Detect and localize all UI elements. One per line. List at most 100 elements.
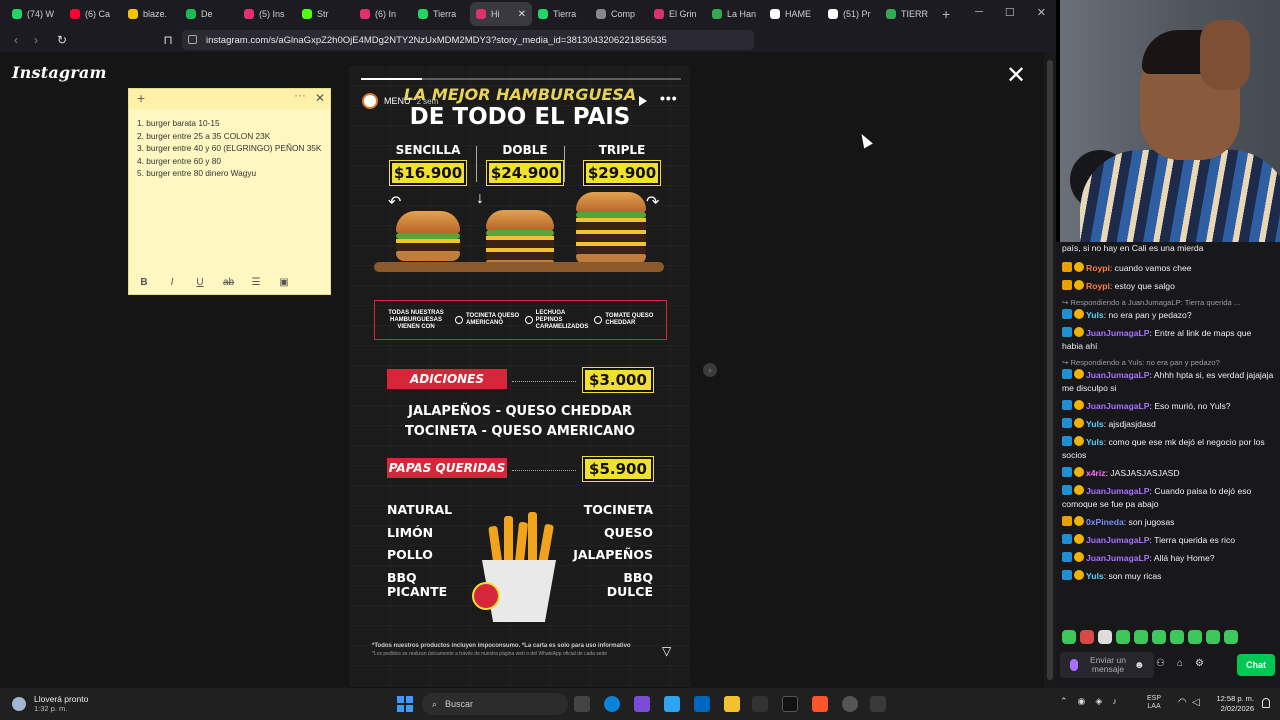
emote-icon[interactable] — [1062, 630, 1076, 644]
add-note-icon[interactable]: + — [137, 90, 145, 106]
brave-icon[interactable] — [812, 696, 828, 712]
volume-icon[interactable]: ◁ — [1192, 697, 1200, 708]
tray-app-icon[interactable]: ◈ — [1095, 696, 1102, 707]
copilot-icon[interactable] — [664, 696, 680, 712]
emote-icon[interactable] — [1152, 630, 1166, 644]
browser-tab[interactable]: De — [180, 2, 238, 26]
account-name[interactable]: MENÚ — [384, 96, 411, 106]
emote-icon[interactable] — [1134, 630, 1148, 644]
site-info-icon[interactable] — [188, 35, 197, 44]
file-explorer-icon[interactable] — [724, 696, 740, 712]
chat-username[interactable]: Roypi — [1086, 263, 1110, 273]
browser-tab[interactable]: Str — [296, 2, 354, 26]
emote-icon[interactable] — [1188, 630, 1202, 644]
minimize-icon[interactable]: ─ — [975, 6, 983, 19]
note-list[interactable]: 1. burger barata 10-15 2. burger entre 2… — [129, 109, 330, 180]
forward-icon[interactable]: › — [26, 33, 46, 47]
chat-username[interactable]: Roypi — [1086, 281, 1110, 291]
chat-username[interactable]: JuanJumagaLP — [1086, 553, 1150, 563]
browser-tab[interactable]: La Han — [706, 2, 764, 26]
store-icon[interactable] — [694, 696, 710, 712]
maximize-icon[interactable]: ☐ — [1005, 6, 1015, 19]
chat-username[interactable]: Yuls — [1086, 419, 1104, 429]
emote-icon[interactable] — [1170, 630, 1184, 644]
weather-widget[interactable]: Lloverá pronto 1:32 p. m. — [12, 694, 88, 713]
chat-username[interactable]: JuanJumagaLP — [1086, 401, 1150, 411]
account-avatar[interactable] — [362, 93, 378, 109]
start-icon[interactable] — [397, 696, 413, 712]
new-tab-icon[interactable]: + — [942, 6, 950, 22]
chat-message[interactable]: Yuls: ajsdjasjdasd — [1062, 418, 1274, 431]
emoji-icon[interactable]: ☻ — [1134, 660, 1145, 671]
browser-tab[interactable]: El Grin — [648, 2, 706, 26]
chat-username[interactable]: JuanJumagaLP — [1086, 328, 1150, 338]
chat-message[interactable]: JuanJumagaLP: Eso murió, no Yuls? — [1062, 400, 1274, 413]
browser-tab[interactable]: HAME — [764, 2, 822, 26]
emote-icon[interactable] — [1224, 630, 1238, 644]
chat-username[interactable]: Yuls — [1086, 571, 1104, 581]
close-story-icon[interactable]: ✕ — [1006, 64, 1026, 88]
terminal-icon[interactable] — [752, 696, 768, 712]
chat-message[interactable]: Yuls: como que ese mk dejó el negocio po… — [1062, 436, 1274, 462]
send-icon[interactable]: ▽ — [662, 644, 671, 658]
chat-message[interactable]: x4riz: JASJASJASJASD — [1062, 467, 1274, 480]
scrollbar-thumb[interactable] — [1047, 60, 1053, 680]
bookmark-icon[interactable]: ⊓ — [158, 33, 178, 47]
close-note-icon[interactable]: ✕ — [315, 91, 325, 105]
settings-icon[interactable]: ⚙ — [1195, 658, 1204, 669]
browser-tab[interactable]: (5) Ins — [238, 2, 296, 26]
emote-icon[interactable] — [1098, 630, 1112, 644]
italic-button[interactable]: I — [167, 277, 177, 288]
instagram-logo[interactable]: Instagram — [12, 63, 107, 82]
microphone-icon[interactable]: ♪ — [1112, 696, 1117, 707]
chat-username[interactable]: JuanJumagaLP — [1086, 486, 1150, 496]
chat-messages[interactable]: país, si no hay en Cali es una mierda Ro… — [1056, 242, 1280, 622]
chat-message[interactable]: Yuls: no era pan y pedazo? — [1062, 309, 1274, 322]
more-options-icon[interactable]: ••• — [660, 90, 678, 106]
browser-tab[interactable]: Tierra — [412, 2, 470, 26]
image-button[interactable]: ▣ — [279, 277, 289, 288]
chat-username[interactable]: Yuls — [1086, 437, 1104, 447]
chat-message[interactable]: Roypi: cuando vamos chee — [1062, 262, 1274, 275]
capcut-icon[interactable] — [782, 696, 798, 712]
sticky-notes-icon[interactable] — [870, 696, 886, 712]
emote-icon[interactable] — [1080, 630, 1094, 644]
emote-icon[interactable] — [1206, 630, 1220, 644]
voice-icon[interactable] — [1070, 659, 1078, 671]
emote-icon[interactable] — [1116, 630, 1130, 644]
browser-tab[interactable]: Hi ✕ — [470, 2, 532, 26]
chat-username[interactable]: 0xPineda — [1086, 517, 1124, 527]
taskbar-search[interactable]: ⌕ Buscar — [422, 693, 568, 715]
chat-username[interactable]: x4riz — [1086, 468, 1106, 478]
bullet-list-button[interactable]: ☰ — [251, 277, 261, 288]
language-indicator[interactable]: ESP LAA — [1147, 695, 1161, 711]
clock[interactable]: 12:58 p. m. 2/02/2026 — [1206, 694, 1254, 714]
browser-tab[interactable]: blaze. — [122, 2, 180, 26]
bold-button[interactable]: B — [139, 277, 149, 288]
browser-tab[interactable]: (74) W — [6, 2, 64, 26]
sticky-note[interactable]: + ··· ✕ 1. burger barata 10-15 2. burger… — [128, 88, 331, 295]
chat-send-button[interactable]: Chat — [1237, 654, 1275, 676]
points-icon[interactable]: ⚇ — [1156, 658, 1165, 669]
play-icon[interactable] — [639, 96, 647, 106]
url-input[interactable]: instagram.com/s/aGlnaGxpZ2h0OjE4MDg2NTY2… — [182, 30, 754, 50]
chat-input[interactable]: Enviar un mensaje ☻ — [1060, 652, 1154, 678]
chat-username[interactable]: Yuls — [1086, 310, 1104, 320]
browser-tab[interactable]: Comp — [590, 2, 648, 26]
notification-icon[interactable] — [1262, 698, 1270, 708]
next-story-icon[interactable]: › — [703, 363, 717, 377]
edge-icon[interactable] — [604, 696, 620, 712]
chat-message[interactable]: 0xPineda: son jugosas — [1062, 516, 1274, 529]
tray-app-icon[interactable]: ◉ — [1078, 696, 1086, 707]
reload-icon[interactable]: ↻ — [52, 33, 72, 47]
chat-username[interactable]: JuanJumagaLP — [1086, 370, 1150, 380]
more-options-icon[interactable]: ··· — [294, 88, 306, 102]
chat-message[interactable]: JuanJumagaLP: Tierra querida es rico — [1062, 534, 1274, 547]
browser-tab[interactable]: (6) In — [354, 2, 412, 26]
chat-message[interactable]: JuanJumagaLP: Entre al link de maps que … — [1062, 327, 1274, 353]
chat-message[interactable]: Roypi: estoy que salgo — [1062, 280, 1274, 293]
chat-message[interactable]: Yuls: son muy ricas — [1062, 570, 1274, 583]
task-view-icon[interactable] — [574, 696, 590, 712]
browser-tab[interactable]: (6) Ca — [64, 2, 122, 26]
story-frame[interactable]: LA MEJOR HAMBURGUESA DE TODO EL PAIS MEN… — [350, 66, 690, 686]
